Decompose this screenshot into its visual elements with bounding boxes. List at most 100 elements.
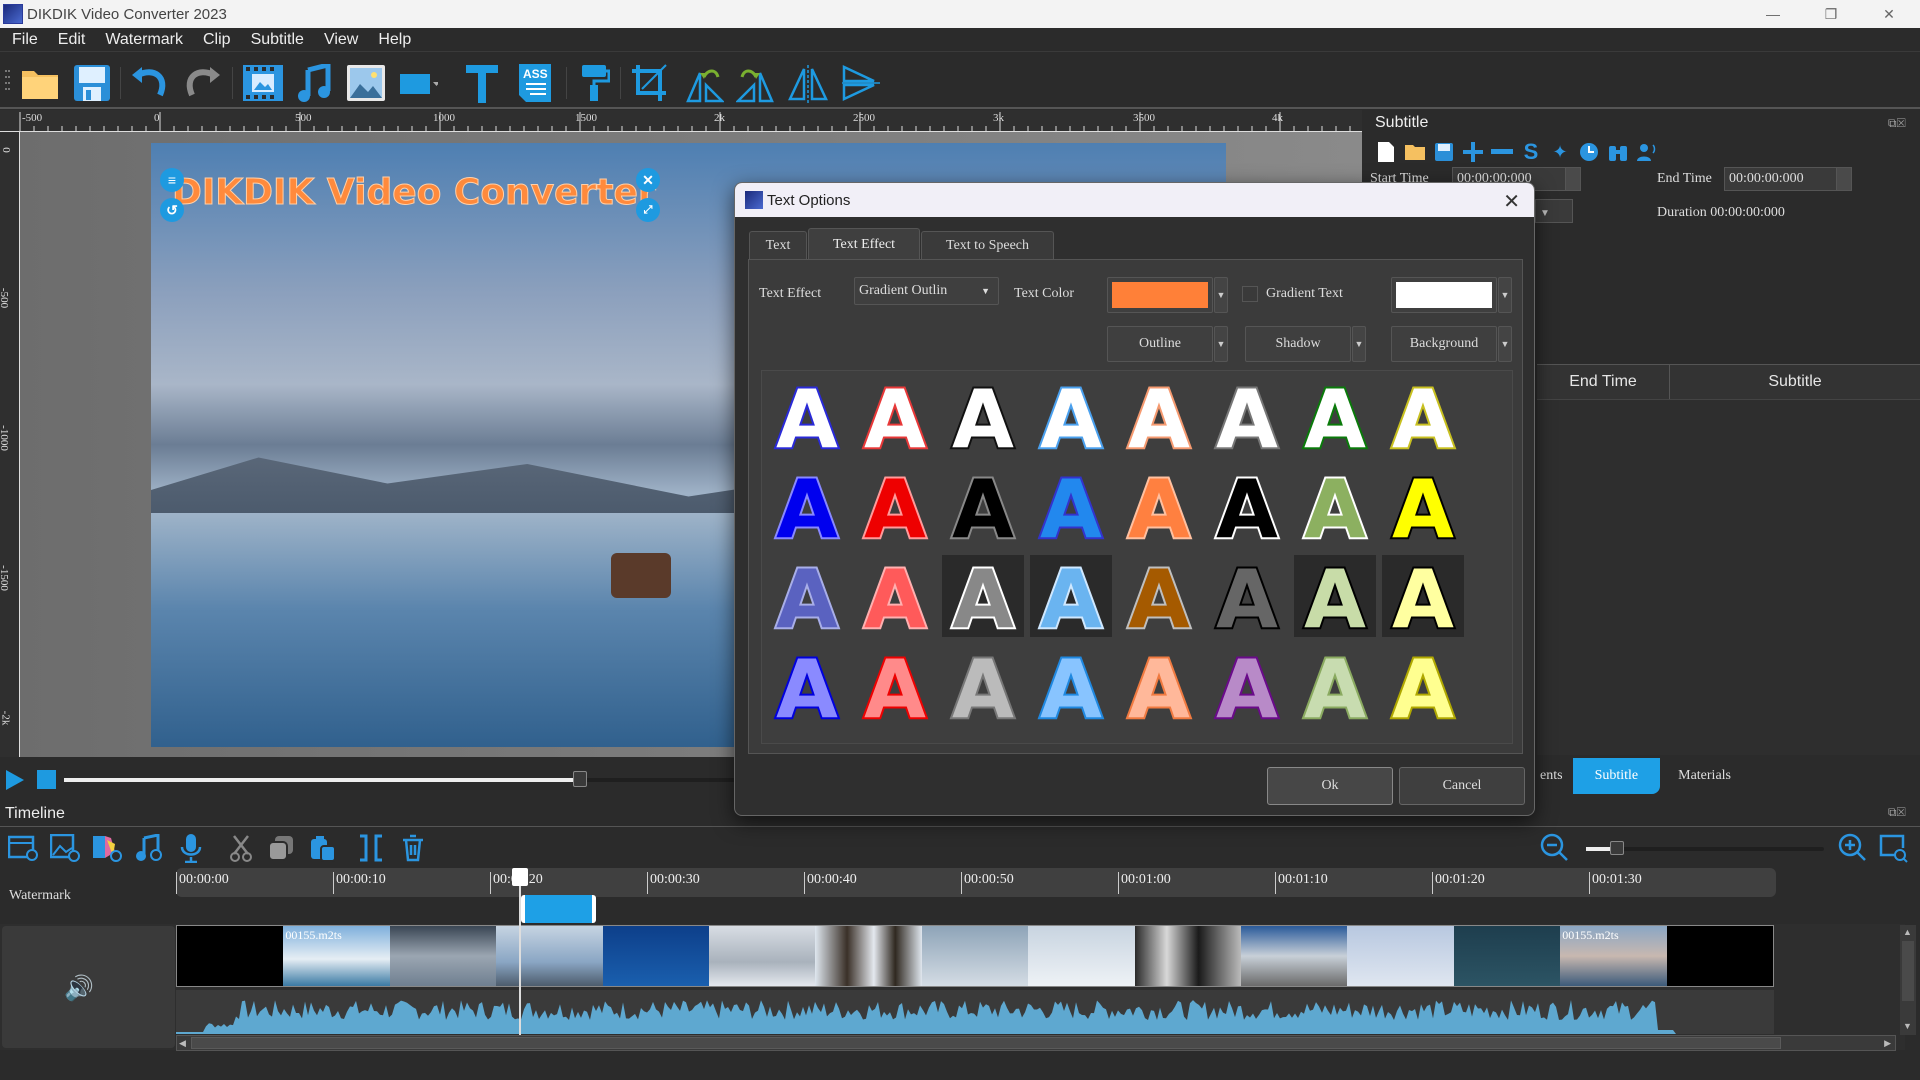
menu-help[interactable]: Help: [366, 31, 419, 49]
ok-button[interactable]: Ok: [1267, 767, 1393, 805]
add-image-icon[interactable]: [50, 833, 80, 863]
record-mic-icon[interactable]: [176, 833, 206, 863]
scroll-left-icon[interactable]: ◀: [179, 1038, 186, 1049]
end-time-input[interactable]: 00:00:00:000: [1724, 167, 1842, 191]
col-end-time[interactable]: End Time: [1537, 365, 1670, 399]
text-effect-preset[interactable]: A: [766, 375, 848, 457]
dialog-close-button[interactable]: ✕: [1503, 189, 1520, 214]
text-effect-preset[interactable]: A: [1030, 555, 1112, 637]
text-effect-preset[interactable]: A: [1030, 645, 1112, 727]
text-effect-preset[interactable]: A: [1382, 375, 1464, 457]
save-subtitle-icon[interactable]: [1430, 138, 1458, 166]
watermark-resize-icon[interactable]: ⤢: [636, 198, 660, 222]
zoom-in-icon[interactable]: [1838, 833, 1868, 863]
text-icon[interactable]: [462, 63, 502, 103]
text-effect-preset[interactable]: A: [766, 645, 848, 727]
add-video-icon[interactable]: [243, 63, 283, 103]
flip-horizontal-icon[interactable]: [788, 63, 828, 103]
text-effect-preset[interactable]: A: [1118, 555, 1200, 637]
toolbar-grip[interactable]: [4, 63, 12, 103]
text-effect-preset[interactable]: A: [1118, 645, 1200, 727]
text-effect-preset[interactable]: A: [1206, 375, 1288, 457]
menu-edit[interactable]: Edit: [46, 31, 94, 49]
background-dropdown[interactable]: ▼: [1498, 326, 1512, 362]
text-effect-preset[interactable]: A: [854, 645, 936, 727]
redo-icon[interactable]: [182, 63, 222, 103]
menu-subtitle[interactable]: Subtitle: [239, 31, 312, 49]
watermark-rotate-icon[interactable]: ↺: [160, 198, 184, 222]
text-effect-preset[interactable]: A: [1382, 555, 1464, 637]
zoom-out-icon[interactable]: [1540, 833, 1570, 863]
vscroll-thumb[interactable]: [1902, 941, 1914, 1001]
text-effect-preset[interactable]: A: [1206, 465, 1288, 547]
outline-button[interactable]: Outline: [1107, 326, 1213, 362]
text-effect-preset[interactable]: A: [854, 375, 936, 457]
gradient-color-dropdown[interactable]: ▼: [1498, 277, 1512, 313]
tab-materials[interactable]: Materials: [1660, 768, 1749, 784]
menu-watermark[interactable]: Watermark: [93, 31, 191, 49]
paint-roller-icon[interactable]: [575, 63, 615, 103]
split-icon[interactable]: [356, 833, 386, 863]
rotate-right-icon[interactable]: [736, 63, 776, 103]
menu-view[interactable]: View: [312, 31, 366, 49]
text-effect-preset[interactable]: A: [1294, 465, 1376, 547]
scroll-thumb[interactable]: [191, 1037, 1781, 1049]
start-time-spinner[interactable]: [1565, 167, 1581, 191]
video-track[interactable]: 00155.m2ts 00155.m2ts: [176, 925, 1774, 987]
find-binoculars-icon[interactable]: [1604, 138, 1632, 166]
minimize-button[interactable]: —: [1750, 0, 1796, 28]
crop-icon[interactable]: [630, 63, 670, 103]
menu-file[interactable]: File: [0, 31, 46, 49]
timeline-horizontal-scrollbar[interactable]: ◀ ▶: [176, 1035, 1896, 1051]
shadow-button[interactable]: Shadow: [1245, 326, 1351, 362]
outline-dropdown[interactable]: ▼: [1214, 326, 1228, 362]
menu-clip[interactable]: Clip: [191, 31, 239, 49]
text-effect-preset[interactable]: A: [942, 375, 1024, 457]
tab-text[interactable]: Text: [749, 231, 807, 259]
tab-elements[interactable]: ents: [1530, 768, 1573, 784]
background-button[interactable]: Background: [1391, 326, 1497, 362]
cancel-button[interactable]: Cancel: [1399, 767, 1525, 805]
scroll-right-icon[interactable]: ▶: [1884, 1038, 1891, 1049]
new-subtitle-icon[interactable]: [1372, 138, 1400, 166]
audio-waveform[interactable]: [176, 990, 1774, 1034]
text-effect-preset[interactable]: A: [1294, 555, 1376, 637]
text-effect-preset[interactable]: A: [1118, 375, 1200, 457]
ai-sparkle-icon[interactable]: ✦: [1546, 138, 1574, 166]
volume-icon[interactable]: 🔊: [64, 974, 94, 1003]
col-subtitle[interactable]: Subtitle: [1670, 365, 1920, 399]
text-effect-preset[interactable]: A: [1206, 645, 1288, 727]
add-video-icon[interactable]: [8, 833, 38, 863]
panel-float-close-icons[interactable]: ⧉☒: [1888, 116, 1906, 131]
add-music-icon[interactable]: [294, 63, 334, 103]
save-icon[interactable]: [72, 63, 112, 103]
timing-clock-icon[interactable]: [1575, 138, 1603, 166]
delete-icon[interactable]: [398, 833, 428, 863]
text-effect-preset[interactable]: A: [854, 465, 936, 547]
undo-icon[interactable]: [130, 63, 170, 103]
text-effect-preset[interactable]: A: [1030, 375, 1112, 457]
open-folder-icon[interactable]: [20, 63, 60, 103]
tab-text-effect[interactable]: Text Effect: [808, 228, 920, 260]
text-effect-preset[interactable]: A: [942, 645, 1024, 727]
play-icon[interactable]: [6, 770, 24, 790]
text-effect-preset[interactable]: A: [1206, 555, 1288, 637]
text-effect-preset[interactable]: A: [1294, 375, 1376, 457]
end-time-spinner[interactable]: [1836, 167, 1852, 191]
watermark-delete-icon[interactable]: ✕: [636, 168, 660, 192]
add-music-icon[interactable]: [134, 833, 164, 863]
text-effect-preset[interactable]: A: [1118, 465, 1200, 547]
cut-icon[interactable]: [226, 833, 256, 863]
seek-handle[interactable]: [573, 771, 587, 787]
text-effect-preset[interactable]: A: [1030, 465, 1112, 547]
shadow-dropdown[interactable]: ▼: [1352, 326, 1366, 362]
tab-subtitle[interactable]: Subtitle: [1572, 758, 1661, 794]
subtitle-dropdown[interactable]: ▼: [1535, 199, 1573, 223]
text-color-swatch[interactable]: [1107, 277, 1213, 313]
open-subtitle-icon[interactable]: [1401, 138, 1429, 166]
rotate-left-icon[interactable]: [684, 63, 724, 103]
paste-icon[interactable]: [308, 833, 338, 863]
voice-speaker-icon[interactable]: [1633, 138, 1661, 166]
text-effect-preset[interactable]: A: [1382, 645, 1464, 727]
gradient-color-swatch[interactable]: [1391, 277, 1497, 313]
